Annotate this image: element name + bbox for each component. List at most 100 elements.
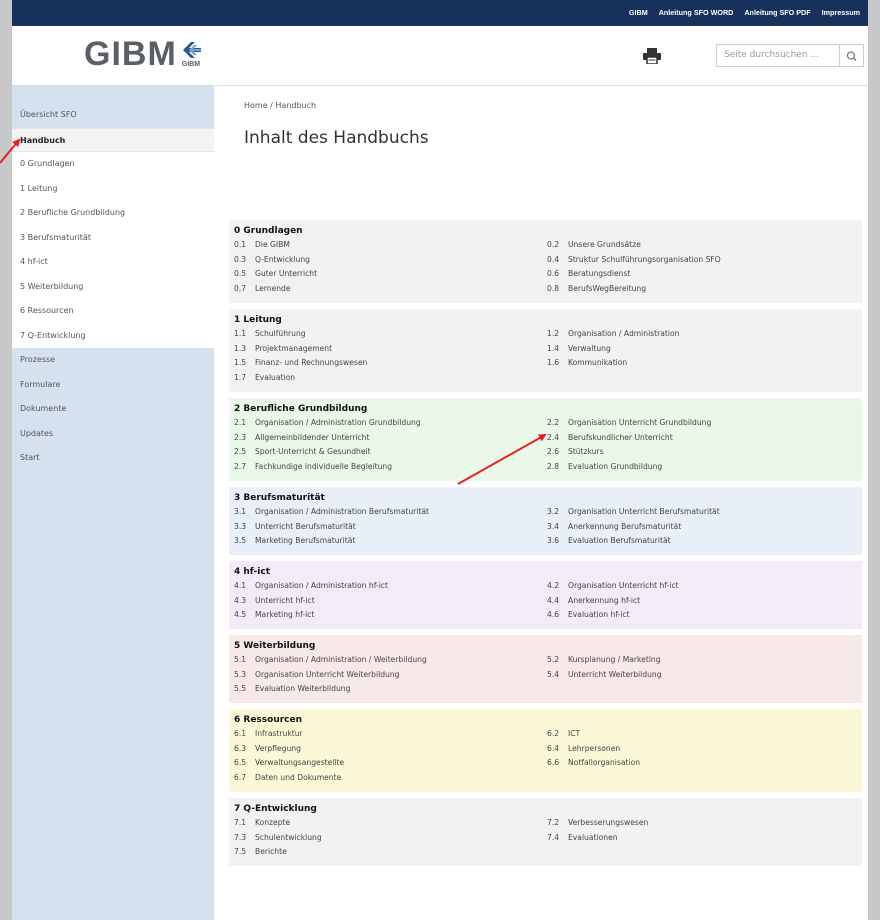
search-button[interactable]: [840, 44, 864, 67]
handbook-entry-link[interactable]: 1.7 Evaluation: [234, 371, 547, 386]
handbook-entry-link[interactable]: 0.3 Q-Entwicklung: [234, 253, 547, 268]
sidebar-item[interactable]: Dokumente: [12, 397, 214, 422]
handbook-entry-link[interactable]: 4.3 Unterricht hf-ict: [234, 594, 547, 609]
top-link-gibm[interactable]: GIBM: [629, 8, 648, 17]
handbook-entry-link[interactable]: 1.3 Projektmanagement: [234, 342, 547, 357]
sidebar-item[interactable]: 0 Grundlagen: [12, 152, 214, 177]
handbook-entry-link[interactable]: 0.6 Beratungsdienst: [547, 267, 862, 282]
handbook-entry-link[interactable]: 4.4 Anerkennung hf-ict: [547, 594, 862, 609]
handbook-entry-link[interactable]: 2.5 Sport-Unterricht & Gesundheit: [234, 445, 547, 460]
entry-label: Die GIBM: [255, 240, 290, 249]
handbook-entry-link[interactable]: 2.4 Berufskundlicher Unterricht: [547, 431, 862, 446]
sidebar-item[interactable]: 7 Q-Entwicklung: [12, 323, 214, 348]
entry-number: 6.1: [234, 729, 247, 738]
sidebar-item[interactable]: 1 Leitung: [12, 176, 214, 201]
handbook-entry-link[interactable]: 7.5 Berichte: [234, 845, 547, 860]
handbook-entry-link[interactable]: 6.3 Verpflegung: [234, 742, 547, 757]
handbook-entry-link[interactable]: 1.1 Schulführung: [234, 327, 547, 342]
sidebar-item[interactable]: 2 Berufliche Grundbildung: [12, 201, 214, 226]
entry-label: Struktur Schulführungsorganisation SFO: [568, 254, 721, 264]
breadcrumb[interactable]: Home / Handbuch: [244, 101, 316, 110]
search-input[interactable]: Seite durchsuchen ...: [716, 44, 840, 67]
entry-label: Unterricht Berufsmaturität: [255, 521, 356, 531]
handbook-entry-link[interactable]: 2.2 Organisation Unterricht Grundbildung: [547, 416, 862, 431]
handbook-entry-link[interactable]: 4.1 Organisation / Administration hf-ict: [234, 579, 547, 594]
top-link-anleitung-pdf[interactable]: Anleitung SFO PDF: [744, 8, 810, 17]
handbook-entry-link[interactable]: 2.8 Evaluation Grundbildung: [547, 460, 862, 475]
gibm-logo[interactable]: GIBM GIBM: [84, 36, 203, 72]
handbook-entry-link[interactable]: 0.5 Guter Unterricht: [234, 267, 547, 282]
handbook-entry-link[interactable]: 3.3 Unterricht Berufsmaturität: [234, 520, 547, 535]
section-entries: 7.1 Konzepte 7.2 Verbesserungswesen 7.3 Schul…: [234, 816, 857, 860]
handbook-entry-link[interactable]: 5.2 Kursplanung / Marketing: [547, 653, 862, 668]
sidebar-item[interactable]: 4 hf-ict: [12, 250, 214, 275]
entry-label: Finanz- und Rechnungswesen: [255, 358, 368, 368]
handbook-entry-link[interactable]: 4.2 Organisation Unterricht hf-ict: [547, 579, 862, 594]
header: GIBM GIBM Seite durchsuchen ...: [12, 26, 868, 86]
entry-number: 1.4: [547, 343, 560, 353]
sidebar-item[interactable]: Handbuch: [12, 127, 214, 152]
handbook-entry-link[interactable]: 5.4 Unterricht Weiterbildung: [547, 668, 862, 683]
section-title[interactable]: 3 Berufsmaturität: [234, 493, 857, 503]
entry-label: Unterricht Weiterbildung: [568, 669, 662, 679]
handbook-entry-link[interactable]: 7.2 Verbesserungswesen: [547, 816, 862, 831]
handbook-entry-link[interactable]: 0.4 Struktur Schulführungsorganisation SF…: [547, 253, 862, 268]
handbook-entry-link[interactable]: 2.1 Organisation / Administration Grundbi…: [234, 416, 547, 431]
top-link-impressum[interactable]: Impressum: [822, 8, 860, 17]
section-title[interactable]: 5 Weiterbildung: [234, 641, 857, 651]
handbook-entry-link[interactable]: 3.6 Evaluation Berufsmaturität: [547, 534, 862, 549]
section-title[interactable]: 4 hf-ict: [234, 567, 857, 577]
sidebar-item[interactable]: Updates: [12, 422, 214, 447]
section-title[interactable]: 6 Ressourcen: [234, 715, 857, 725]
sidebar-item[interactable]: Formulare: [12, 373, 214, 398]
handbook-entry-link[interactable]: 0.8 BerufsWegBereitung: [547, 282, 862, 297]
entry-number: 6.7: [234, 773, 247, 783]
handbook-entry-link[interactable]: 4.6 Evaluation hf-ict: [547, 608, 862, 623]
handbook-entry-link[interactable]: 5.5 Evaluation Weiterbildung: [234, 682, 547, 697]
handbook-entry-link[interactable]: 1.2 Organisation / Administration: [547, 327, 862, 342]
handbook-entry-link[interactable]: 3.2 Organisation Unterricht Berufsmaturit…: [547, 505, 862, 520]
handbook-entry-link[interactable]: 6.5 Verwaltungsangestellte: [234, 756, 547, 771]
handbook-entry-link[interactable]: 6.2 ICT: [547, 727, 862, 742]
handbook-entry-link[interactable]: 5.1 Organisation / Administration / Weite…: [234, 653, 547, 668]
entry-number: 4.3: [234, 595, 247, 605]
top-link-anleitung-word[interactable]: Anleitung SFO WORD: [659, 8, 734, 17]
sidebar-item[interactable]: Übersicht SFO: [12, 103, 214, 128]
sidebar-item[interactable]: 6 Ressourcen: [12, 299, 214, 324]
section-title[interactable]: 1 Leitung: [234, 315, 857, 325]
handbook-entry-link[interactable]: 0.7 Lernende: [234, 282, 547, 297]
handbook-entry-link[interactable]: 4.5 Marketing hf-ict: [234, 608, 547, 623]
section-title[interactable]: 0 Grundlagen: [234, 226, 857, 236]
handbook-entry-link[interactable]: 1.4 Verwaltung: [547, 342, 862, 357]
handbook-entry-link[interactable]: 2.7 Fachkundige individuelle Begleitung: [234, 460, 547, 475]
handbook-entry-link[interactable]: 0.1 Die GIBM: [234, 238, 547, 253]
handbook-entry-link[interactable]: 6.6 Notfallorganisation: [547, 756, 862, 771]
printer-icon[interactable]: [643, 48, 661, 65]
section-title[interactable]: 2 Berufliche Grundbildung: [234, 404, 857, 414]
handbook-section: 5 Weiterbildung 5.1 Organisation / Adminis…: [229, 635, 862, 704]
handbook-entry-link[interactable]: 7.4 Evaluationen: [547, 831, 862, 846]
section-title[interactable]: 7 Q-Entwicklung: [234, 804, 857, 814]
handbook-entry-link[interactable]: 6.4 Lehrpersonen: [547, 742, 862, 757]
handbook-entry-link[interactable]: 7.3 Schulentwicklung: [234, 831, 547, 846]
handbook-entry-link[interactable]: 0.2 Unsere Grundsätze: [547, 238, 862, 253]
handbook-entry-link[interactable]: 5.3 Organisation Unterricht Weiterbildung: [234, 668, 547, 683]
handbook-entry-link[interactable]: 3.4 Anerkennung Berufsmaturität: [547, 520, 862, 535]
entry-number: 0.3: [234, 254, 247, 264]
sidebar-item[interactable]: Start: [12, 446, 214, 471]
handbook-entry-link[interactable]: 7.1 Konzepte: [234, 816, 547, 831]
sidebar-item[interactable]: 5 Weiterbildung: [12, 274, 214, 299]
handbook-entry-link[interactable]: 2.6 Stützkurs: [547, 445, 862, 460]
handbook-entry-link[interactable]: 1.6 Kommunikation: [547, 356, 862, 371]
handbook-entry-link[interactable]: 3.1 Organisation / Administration Berufsm…: [234, 505, 547, 520]
handbook-entry-link[interactable]: 1.5 Finanz- und Rechnungswesen: [234, 356, 547, 371]
handbook-entry-link[interactable]: 3.5 Marketing Berufsmaturität: [234, 534, 547, 549]
handbook-entry-link[interactable]: 6.7 Daten und Dokumente: [234, 771, 547, 786]
handbook-entry-link[interactable]: 6.1 Infrastruktur: [234, 727, 547, 742]
handbook-entry-link[interactable]: 2.3 Allgemeinbildender Unterricht: [234, 431, 547, 446]
sidebar-item[interactable]: Prozesse: [12, 348, 214, 373]
entry-number: 7.3: [234, 832, 247, 842]
entry-number: 3.3: [234, 521, 247, 531]
entry-label: Lernende: [255, 284, 291, 294]
sidebar-item[interactable]: 3 Berufsmaturität: [12, 225, 214, 250]
